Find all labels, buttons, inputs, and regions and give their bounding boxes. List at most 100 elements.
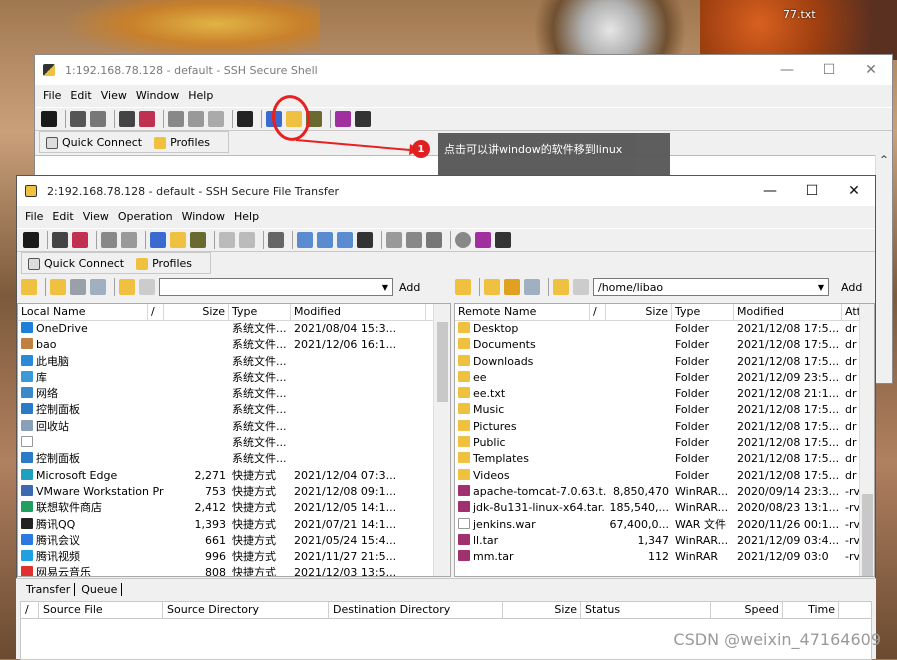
remote-row[interactable]: Music Folder 2021/12/08 17:5... dr bbox=[455, 402, 874, 418]
remote-new-folder-icon[interactable] bbox=[504, 279, 520, 295]
sftp-menu-view[interactable]: View bbox=[83, 210, 109, 223]
copy-icon[interactable] bbox=[101, 232, 117, 248]
sftp-menu-window[interactable]: Window bbox=[182, 210, 225, 223]
col-remote-modified[interactable]: Modified bbox=[734, 304, 842, 321]
settings-icon[interactable] bbox=[190, 232, 206, 248]
remote-row[interactable]: ee Folder 2021/12/09 23:5... dr bbox=[455, 370, 874, 386]
sftp-profiles-button[interactable]: Profiles bbox=[136, 257, 192, 270]
col-remote-type[interactable]: Type bbox=[672, 304, 734, 321]
remote-refresh-icon[interactable] bbox=[524, 279, 540, 295]
local-scrollbar[interactable] bbox=[433, 304, 450, 576]
col-destination-directory[interactable]: Destination Directory bbox=[329, 602, 503, 618]
local-path-input[interactable]: ▼ bbox=[159, 278, 393, 296]
sftp-close-button[interactable]: ✕ bbox=[833, 176, 875, 206]
help-book-icon[interactable] bbox=[475, 232, 491, 248]
local-path-dropdown-icon[interactable]: ▼ bbox=[382, 283, 388, 292]
local-scroll-thumb[interactable] bbox=[437, 322, 448, 402]
remote-scrollbar[interactable] bbox=[859, 304, 874, 576]
auto-mode-icon[interactable] bbox=[426, 232, 442, 248]
local-row[interactable]: 网络 系统文件... bbox=[18, 386, 450, 402]
col-source-file[interactable]: Source File bbox=[39, 602, 163, 618]
remote-row[interactable]: Pictures Folder 2021/12/08 17:5... dr bbox=[455, 419, 874, 435]
large-icons-icon[interactable] bbox=[297, 232, 313, 248]
local-row[interactable]: 库 系统文件... bbox=[18, 370, 450, 386]
local-row[interactable]: VMware Workstation Pro 753 快捷方式 2021/12/08 … bbox=[18, 484, 450, 500]
local-row[interactable]: 控制面板 系统文件... bbox=[18, 402, 450, 418]
local-refresh-icon[interactable] bbox=[90, 279, 106, 295]
remote-home-icon[interactable] bbox=[484, 279, 500, 295]
local-up-folder-icon[interactable] bbox=[21, 279, 37, 295]
local-new-file-icon[interactable] bbox=[119, 279, 135, 295]
local-file-list[interactable]: Local Name / Size Type Modified OneDrive… bbox=[17, 303, 451, 577]
col-local-size[interactable]: Size bbox=[164, 304, 229, 321]
sftp-menu-file[interactable]: File bbox=[25, 210, 43, 223]
sftp-titlebar[interactable]: 2:192.168.78.128 - default - SSH Secure … bbox=[17, 176, 875, 206]
remote-row[interactable]: Public Folder 2021/12/08 17:5... dr bbox=[455, 435, 874, 451]
remote-row[interactable]: jdk-8u131-linux-x64.tar.... 185,540,... Wi… bbox=[455, 500, 874, 516]
local-row[interactable]: 此电脑 系统文件... bbox=[18, 354, 450, 370]
remote-row[interactable]: apache-tomcat-7.0.63.t... 8,850,470 WinRAR… bbox=[455, 484, 874, 500]
col-speed[interactable]: Speed bbox=[711, 602, 783, 618]
list-view-icon[interactable] bbox=[337, 232, 353, 248]
remote-row[interactable]: Templates Folder 2021/12/08 17:5... dr bbox=[455, 451, 874, 467]
sftp-menu-help[interactable]: Help bbox=[234, 210, 259, 223]
local-add-button[interactable]: Add bbox=[393, 277, 426, 297]
local-row[interactable]: 回收站 系统文件... bbox=[18, 419, 450, 435]
col-status[interactable]: Status bbox=[581, 602, 711, 618]
new-terminal-icon[interactable] bbox=[150, 232, 166, 248]
paste-icon[interactable] bbox=[121, 232, 137, 248]
local-row[interactable]: bao 系统文件... 2021/12/06 16:1... bbox=[18, 337, 450, 353]
disconnect-icon[interactable] bbox=[72, 232, 88, 248]
local-row[interactable]: OneDrive 系统文件... 2021/08/04 15:3... bbox=[18, 321, 450, 337]
connect-icon[interactable] bbox=[52, 232, 68, 248]
new-file-transfer-icon[interactable] bbox=[170, 232, 186, 248]
col-transfer-size[interactable]: Size bbox=[503, 602, 581, 618]
remote-row[interactable]: Documents Folder 2021/12/08 17:5... dr bbox=[455, 337, 874, 353]
local-delete-icon[interactable] bbox=[139, 279, 155, 295]
local-home-icon[interactable] bbox=[50, 279, 66, 295]
remote-scroll-thumb[interactable] bbox=[862, 494, 873, 576]
local-row[interactable]: 联想软件商店 2,412 快捷方式 2021/12/05 14:1... bbox=[18, 500, 450, 516]
ascii-mode-icon[interactable] bbox=[386, 232, 402, 248]
remote-add-button[interactable]: Add bbox=[835, 277, 868, 297]
window-icon[interactable] bbox=[268, 232, 284, 248]
remote-up-folder-icon[interactable] bbox=[455, 279, 471, 295]
download-icon[interactable] bbox=[219, 232, 235, 248]
sftp-maximize-button[interactable]: ☐ bbox=[791, 176, 833, 206]
col-local-type[interactable]: Type bbox=[229, 304, 291, 321]
remote-row[interactable]: mm.tar 112 WinRAR 2021/12/09 03:0 -rv bbox=[455, 549, 874, 565]
tab-queue[interactable]: Queue bbox=[77, 583, 123, 596]
small-icons-icon[interactable] bbox=[317, 232, 333, 248]
local-new-folder-icon[interactable] bbox=[70, 279, 86, 295]
remote-path-input[interactable]: /home/libao ▼ bbox=[593, 278, 829, 296]
local-row[interactable]: 控制面板 系统文件... bbox=[18, 451, 450, 467]
col-source-directory[interactable]: Source Directory bbox=[163, 602, 329, 618]
col-local-name[interactable]: Local Name bbox=[18, 304, 148, 321]
col-remote-sort[interactable]: / bbox=[590, 304, 606, 321]
local-row[interactable]: 腾讯会议 661 快捷方式 2021/05/24 15:4... bbox=[18, 533, 450, 549]
sftp-menu-edit[interactable]: Edit bbox=[52, 210, 73, 223]
col-time[interactable]: Time bbox=[783, 602, 839, 618]
remote-row[interactable]: Videos Folder 2021/12/08 17:5... dr bbox=[455, 468, 874, 484]
remote-row[interactable]: ll.tar 1,347 WinRAR... 2021/12/09 03:4... -r… bbox=[455, 533, 874, 549]
details-view-icon[interactable] bbox=[357, 232, 373, 248]
remote-row[interactable]: ee.txt Folder 2021/12/08 21:1... dr bbox=[455, 386, 874, 402]
local-row[interactable]: 系统文件... bbox=[18, 435, 450, 451]
remote-new-file-icon[interactable] bbox=[553, 279, 569, 295]
local-row[interactable]: 网易云音乐 808 快捷方式 2021/12/03 13:5... bbox=[18, 565, 450, 576]
col-local-sort[interactable]: / bbox=[148, 304, 164, 321]
sftp-quick-connect-button[interactable]: Quick Connect bbox=[28, 257, 124, 270]
sftp-menu-operation[interactable]: Operation bbox=[118, 210, 173, 223]
context-help-icon[interactable] bbox=[495, 232, 511, 248]
col-transfer-sort[interactable]: / bbox=[21, 602, 39, 618]
remote-row[interactable]: Desktop Folder 2021/12/08 17:5... dr bbox=[455, 321, 874, 337]
upload-icon[interactable] bbox=[239, 232, 255, 248]
save-icon[interactable] bbox=[23, 232, 39, 248]
tab-transfer[interactable]: Transfer bbox=[22, 583, 76, 596]
col-remote-name[interactable]: Remote Name bbox=[455, 304, 590, 321]
col-remote-size[interactable]: Size bbox=[606, 304, 672, 321]
remote-row[interactable]: jenkins.war 67,400,0... WAR 文件 2020/11/26 0… bbox=[455, 517, 874, 533]
local-row[interactable]: 腾讯QQ 1,393 快捷方式 2021/07/21 14:1... bbox=[18, 517, 450, 533]
local-row[interactable]: 腾讯视频 996 快捷方式 2021/11/27 21:5... bbox=[18, 549, 450, 565]
col-local-modified[interactable]: Modified bbox=[291, 304, 426, 321]
